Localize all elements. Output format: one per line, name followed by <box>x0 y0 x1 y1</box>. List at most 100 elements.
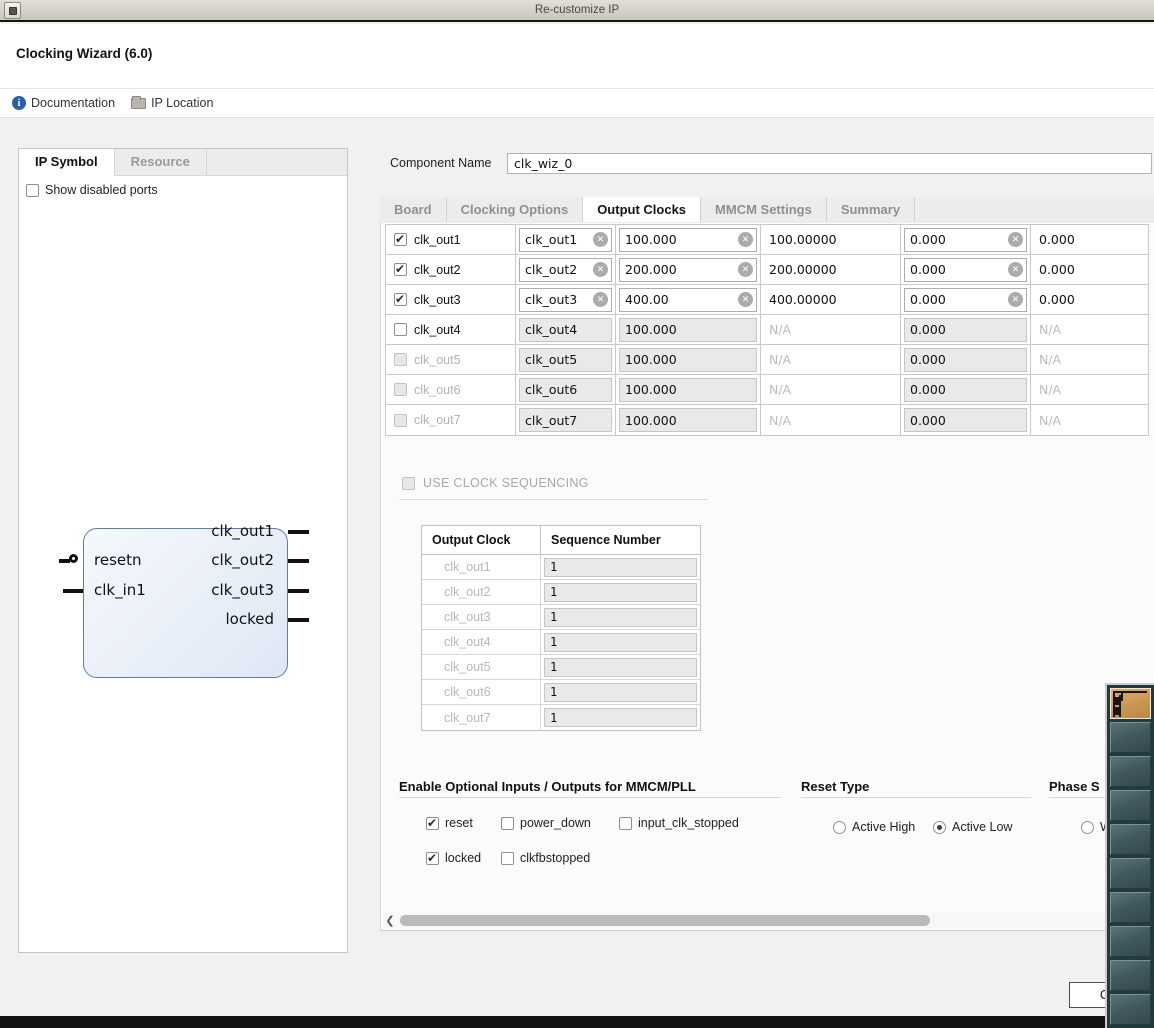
clear-icon[interactable] <box>1008 232 1023 247</box>
scroll-left-icon[interactable] <box>383 914 397 928</box>
port-name-field: clk_out5 <box>519 348 612 372</box>
window-menu-button[interactable] <box>4 2 21 19</box>
component-name-input[interactable]: clk_wiz_0 <box>507 153 1152 174</box>
actual-freq-value: 400.00000 <box>769 292 837 307</box>
clk-out1-enable-checkbox[interactable] <box>394 233 407 246</box>
row-label: clk_out2 <box>414 263 461 277</box>
output-clocks-table: clk_out1 clk_out1 100.000 100.00000 0.00… <box>385 224 1149 436</box>
phase-field[interactable]: 0.000 <box>904 258 1027 282</box>
output-freq-field[interactable]: 200.000 <box>619 258 757 282</box>
phase-field[interactable]: 0.000 <box>904 288 1027 312</box>
output-freq-value: 400.00 <box>625 292 738 307</box>
phase-field[interactable]: 0.000 <box>904 228 1027 252</box>
port-name-value: clk_out2 <box>525 262 593 277</box>
reset-option[interactable]: reset <box>426 816 473 830</box>
tab-summary[interactable]: Summary <box>827 197 915 222</box>
dock-cell[interactable] <box>1110 960 1151 991</box>
seq-value: 1 <box>550 610 557 624</box>
window-titlebar: Re-customize IP <box>0 0 1154 22</box>
info-icon <box>12 96 26 110</box>
active-low-radio[interactable] <box>933 821 946 834</box>
dock-cell[interactable] <box>1110 994 1151 1025</box>
clk-in1-stub <box>63 589 83 593</box>
locked-stub <box>288 618 309 622</box>
phase-field: 0.000 <box>904 378 1027 402</box>
tab-clocking-options[interactable]: Clocking Options <box>447 197 584 222</box>
phase-section-title: Phase S <box>1049 779 1100 794</box>
documentation-link[interactable]: Documentation <box>12 96 115 110</box>
output-freq-field[interactable]: 100.000 <box>619 228 757 252</box>
clear-icon[interactable] <box>1008 262 1023 277</box>
tab-output-clocks[interactable]: Output Clocks <box>583 197 701 222</box>
clkfbstopped-option[interactable]: clkfbstopped <box>501 851 590 865</box>
tab-board[interactable]: Board <box>380 197 447 222</box>
show-disabled-ports-checkbox[interactable] <box>26 184 39 197</box>
power-down-option[interactable]: power_down <box>501 816 591 830</box>
output-freq-field[interactable]: 400.00 <box>619 288 757 312</box>
active-low-option[interactable]: Active Low <box>933 820 1012 834</box>
clear-icon[interactable] <box>738 292 753 307</box>
phase-option-radio[interactable] <box>1081 821 1094 834</box>
locked-checkbox[interactable] <box>426 852 439 865</box>
dock-cell[interactable] <box>1110 926 1151 957</box>
port-name-field[interactable]: clk_out3 <box>519 288 612 312</box>
clear-icon[interactable] <box>593 262 608 277</box>
tab-resource[interactable]: Resource <box>115 149 207 175</box>
horizontal-scrollbar[interactable] <box>383 913 1151 928</box>
power-down-checkbox[interactable] <box>501 817 514 830</box>
sequence-number-field: 1 <box>544 558 697 577</box>
clk-out2-enable-checkbox[interactable] <box>394 263 407 276</box>
input-clk-stopped-label: input_clk_stopped <box>638 816 739 830</box>
sequence-number-field: 1 <box>544 708 697 727</box>
section-underline <box>399 499 708 500</box>
dock-cell[interactable] <box>1110 722 1151 753</box>
scrollbar-thumb[interactable] <box>400 915 930 926</box>
phase-field: 0.000 <box>904 318 1027 342</box>
clkfbstopped-label: clkfbstopped <box>520 851 590 865</box>
tab-mmcm-settings[interactable]: MMCM Settings <box>701 197 827 222</box>
input-clk-stopped-option[interactable]: input_clk_stopped <box>619 816 739 830</box>
dock-cell[interactable] <box>1110 756 1151 787</box>
clear-icon[interactable] <box>593 232 608 247</box>
dock-cell[interactable] <box>1110 790 1151 821</box>
port-name-field[interactable]: clk_out1 <box>519 228 612 252</box>
input-clk-stopped-checkbox[interactable] <box>619 817 632 830</box>
clk-out3-enable-checkbox[interactable] <box>394 293 407 306</box>
show-disabled-ports[interactable]: Show disabled ports <box>26 183 158 197</box>
active-high-radio[interactable] <box>833 821 846 834</box>
seq-clock-label: clk_out3 <box>422 610 491 624</box>
locked-option[interactable]: locked <box>426 851 481 865</box>
seq-clock-label: clk_out1 <box>422 560 491 574</box>
tab-ip-symbol[interactable]: IP Symbol <box>19 149 115 176</box>
active-high-option[interactable]: Active High <box>833 820 915 834</box>
clear-icon[interactable] <box>738 232 753 247</box>
port-name-value: clk_out7 <box>525 413 611 428</box>
table-row: clk_out5 clk_out5 100.000 N/A 0.000 N/A <box>386 345 1148 375</box>
phase-value: 0.000 <box>910 322 1026 337</box>
window-thumbnail-icon[interactable] <box>1110 688 1151 719</box>
phase-value: 0.000 <box>910 262 1008 277</box>
table-row: clk_out21 <box>422 580 700 605</box>
clear-icon[interactable] <box>738 262 753 277</box>
port-name-field[interactable]: clk_out2 <box>519 258 612 282</box>
sequence-number-field: 1 <box>544 683 697 702</box>
seq-clock-label: clk_out5 <box>422 660 491 674</box>
clear-icon[interactable] <box>593 292 608 307</box>
port-name-value: clk_out5 <box>525 352 611 367</box>
documentation-label: Documentation <box>31 96 115 110</box>
dock-cell[interactable] <box>1110 892 1151 923</box>
clkfbstopped-checkbox[interactable] <box>501 852 514 865</box>
dock-cell[interactable] <box>1110 824 1151 855</box>
clk-out4-enable-checkbox[interactable] <box>394 323 407 336</box>
table-row: clk_out3 1 <box>422 605 700 630</box>
ip-location-link[interactable]: IP Location <box>131 96 213 110</box>
table-row: clk_out61 <box>422 680 700 705</box>
clear-icon[interactable] <box>1008 292 1023 307</box>
seq-value: 1 <box>550 685 557 699</box>
port-name-field: clk_out4 <box>519 318 612 342</box>
section-underline <box>399 797 781 798</box>
column-header-sequence-number: Sequence Number <box>541 526 700 554</box>
dock-cell[interactable] <box>1110 858 1151 889</box>
reset-checkbox[interactable] <box>426 817 439 830</box>
actual-freq-value: N/A <box>769 322 791 337</box>
